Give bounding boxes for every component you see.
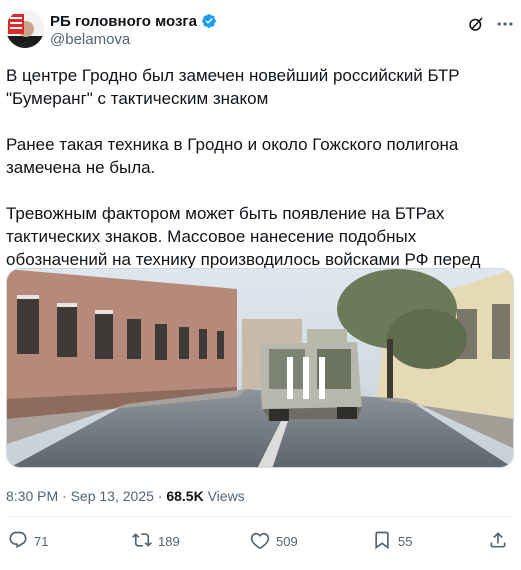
avatar[interactable] [6,10,44,48]
author-display-name[interactable]: РБ головного мозга [50,13,197,30]
views-count: 68.5K [166,488,204,504]
meta-separator: · [62,488,67,504]
views-label: Views [207,488,245,504]
like-count: 509 [276,533,298,549]
share-button[interactable] [488,530,508,552]
more-options-icon[interactable] [494,14,516,34]
tweet-actions: 71 189 509 55 [8,530,508,554]
tweet-paragraph: Ранее такая техника в Гродно и около Гож… [6,135,459,177]
bookmark-button[interactable]: 55 [372,530,412,552]
like-button[interactable]: 509 [250,530,298,552]
grok-icon[interactable] [466,14,486,34]
tweet-meta: 8:30 PM · Sep 13, 2025 · 68.5K Views [6,488,245,504]
tweet-time[interactable]: 8:30 PM [6,488,58,504]
tweet-header: РБ головного мозга @belamova [6,10,516,50]
share-icon [488,530,508,553]
repost-count: 189 [158,533,180,549]
reply-button[interactable]: 71 [8,530,48,552]
author-handle[interactable]: @belamova [50,31,217,48]
meta-separator: · [157,488,163,504]
divider [6,516,515,517]
bookmark-icon [372,530,392,553]
repost-icon [132,530,152,553]
repost-button[interactable]: 189 [132,530,180,552]
bookmark-count: 55 [398,533,413,549]
heart-icon [250,530,270,553]
reply-count: 71 [34,533,49,549]
tweet-date[interactable]: Sep 13, 2025 [71,488,154,504]
verified-badge-icon [201,13,217,29]
tweet-paragraph: В центре Гродно был замечен новейший рос… [6,66,460,108]
reply-icon [8,530,28,553]
tweet-text: В центре Гродно был замечен новейший рос… [6,64,512,294]
tweet-media-image[interactable] [6,268,514,468]
